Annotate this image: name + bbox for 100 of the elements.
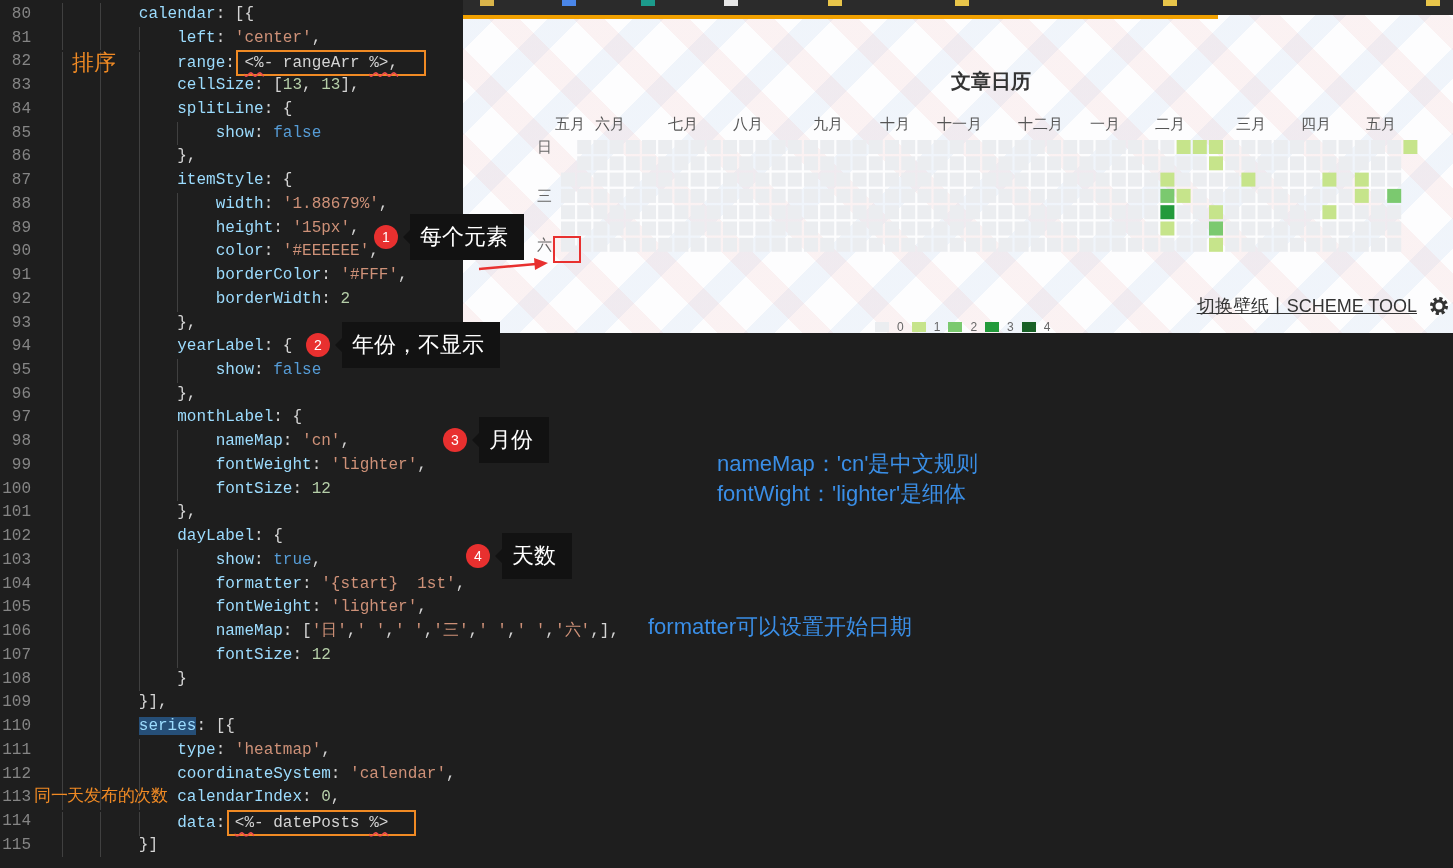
arrow	[478, 258, 548, 271]
line-number: 102	[1, 526, 31, 548]
line-number: 90	[10, 241, 31, 263]
line-number: 113	[1, 787, 31, 809]
month-label: 十一月	[937, 115, 982, 133]
code-line: series: [{	[62, 715, 235, 739]
code-line: nameMap: ['日',' ',' ','三',' ',' ','六',],	[62, 620, 619, 644]
annotation-label: 排序	[72, 49, 116, 77]
code-line: dayLabel: {	[62, 525, 283, 549]
line-number: 98	[10, 431, 31, 453]
step-badge: 4	[466, 544, 490, 568]
code-line: left: 'center',	[62, 26, 322, 51]
line-number: 109	[1, 692, 31, 714]
tab-icon[interactable]	[1426, 0, 1440, 6]
month-label: 八月	[733, 115, 763, 133]
annotation-label: 同一天发布的次数	[34, 785, 168, 807]
legend-label: 4	[1043, 319, 1051, 333]
month-label: 五月	[1366, 115, 1396, 133]
tab-icon[interactable]	[641, 0, 655, 6]
annotation-note: formatter可以设置开始日期	[648, 613, 913, 641]
line-number: 82	[10, 51, 31, 73]
tab-icon[interactable]	[1163, 0, 1177, 6]
line-number: 96	[10, 383, 31, 405]
step-badge: 3	[443, 428, 467, 452]
line-number: 103	[1, 549, 31, 571]
line-number: 84	[10, 98, 31, 120]
line-number: 87	[10, 170, 31, 192]
tab-icon[interactable]	[955, 0, 969, 6]
code-line: }	[62, 667, 187, 692]
chart-title: 文章日历	[949, 69, 1032, 93]
line-number: 105	[1, 597, 31, 619]
month-label: 三月	[1236, 115, 1266, 133]
line-number: 115	[1, 834, 31, 856]
callout-label: 月份	[472, 417, 549, 463]
month-label: 一月	[1090, 115, 1120, 133]
tab-icon[interactable]	[480, 0, 494, 6]
wallpaper-link[interactable]: 切换壁纸丨SCHEME TOOL	[1196, 292, 1417, 320]
code-line: coordinateSystem: 'calendar',	[62, 762, 456, 787]
code-line: fontWeight: 'lighter',	[62, 453, 427, 478]
code-line: fontSize: 12	[62, 477, 331, 502]
line-number: 101	[1, 502, 31, 524]
code-line: type: 'heatmap',	[62, 738, 331, 763]
code-line: borderWidth: 2	[62, 287, 351, 312]
line-number: 85	[10, 122, 31, 144]
code-line: itemStyle: {	[62, 169, 293, 193]
line-number: 100	[1, 478, 31, 500]
code-line: calendar: [{	[62, 3, 255, 27]
line-number: 112	[1, 763, 31, 785]
annotation-note: fontWight：'lighter'是细体	[717, 480, 967, 508]
line-number: 107	[1, 644, 31, 666]
month-label: 六月	[595, 115, 625, 133]
month-label: 五月	[555, 115, 585, 133]
step-badge: 2	[306, 333, 330, 357]
month-label: 四月	[1301, 115, 1331, 133]
callout-label: 天数	[495, 533, 572, 579]
line-number: 99	[10, 454, 31, 476]
tab-icon[interactable]	[562, 0, 576, 6]
month-label: 七月	[668, 115, 698, 133]
code-line: fontSize: 12	[62, 643, 331, 668]
line-number: 93	[10, 312, 31, 334]
step-badge: 1	[374, 225, 398, 249]
day-label: 三	[537, 187, 552, 204]
code-line: width: '1.88679%',	[62, 192, 389, 217]
line-number: 111	[1, 739, 31, 761]
line-number: 97	[10, 407, 31, 429]
day-label: 日	[537, 139, 552, 155]
line-number: 106	[1, 621, 31, 643]
line-number: 83	[10, 75, 31, 97]
line-number: 92	[10, 288, 31, 310]
line-number: 94	[10, 336, 31, 358]
tab-icon[interactable]	[828, 0, 842, 6]
line-number: 110	[1, 716, 31, 738]
code-line: yearLabel: {	[62, 335, 293, 359]
settings-icon[interactable]	[1429, 296, 1449, 316]
highlight-frame	[553, 236, 581, 263]
month-label: 十二月	[1018, 115, 1063, 133]
code-line: cellSize: [13, 13],	[62, 74, 360, 98]
callout-label: 每个元素	[403, 214, 524, 260]
code-line: show: false	[62, 121, 322, 146]
line-number: 95	[10, 360, 31, 381]
line-number: 86	[10, 146, 31, 168]
legend-label: 3	[1007, 319, 1014, 333]
day-label: 六	[537, 236, 552, 253]
line-number: 104	[1, 573, 31, 595]
line-number: 114	[1, 810, 31, 832]
code-line: data: <%- datePosts %>	[62, 809, 417, 834]
line-number: 88	[10, 193, 31, 215]
month-label: 二月	[1155, 115, 1185, 133]
legend-label: 1	[933, 319, 941, 333]
month-label: 九月	[813, 115, 843, 133]
code-line: show: false	[62, 359, 322, 383]
tab-icon[interactable]	[724, 0, 738, 6]
code-line: fontWeight: 'lighter',	[62, 596, 427, 621]
month-label: 十月	[880, 115, 910, 133]
code-line: formatter: '{start} 1st',	[62, 572, 466, 597]
callout-label: 年份，不显示	[335, 322, 500, 368]
annotation-note: nameMap：'cn'是中文规则	[717, 450, 979, 478]
legend-label: 0	[897, 319, 904, 333]
code-line: }]	[62, 833, 158, 858]
line-number: 80	[10, 4, 31, 25]
